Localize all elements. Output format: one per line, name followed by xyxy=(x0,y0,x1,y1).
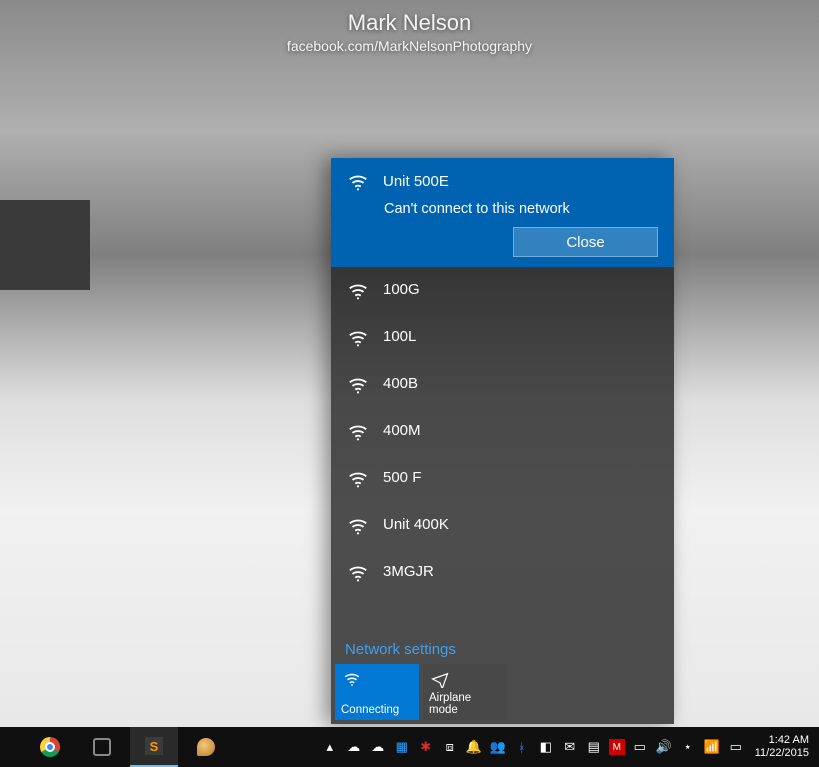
show-hidden-icons[interactable]: ▴ xyxy=(321,738,339,756)
gear-icon xyxy=(93,738,111,756)
wifi-tile[interactable]: Connecting xyxy=(335,664,419,720)
taskbar-app-chrome[interactable] xyxy=(26,727,74,767)
wallpaper-credit: Mark Nelson facebook.com/MarkNelsonPhoto… xyxy=(287,10,532,54)
wifi-icon xyxy=(347,327,369,349)
taskbar-clock[interactable]: 1:42 AM 11/22/2015 xyxy=(755,734,809,760)
network-ssid: 100L xyxy=(383,326,416,348)
airplane-tile-label: Airplane mode xyxy=(429,692,503,716)
close-button[interactable]: Close xyxy=(513,227,658,257)
network-ssid: Unit 400K xyxy=(383,514,449,536)
network-item[interactable]: 3MGJR xyxy=(331,549,674,596)
wallpaper-credit-subtitle: facebook.com/MarkNelsonPhotography xyxy=(287,38,532,54)
mcafee-icon[interactable]: M xyxy=(609,739,625,755)
wifi-icon xyxy=(343,670,361,691)
windows-update-icon[interactable]: ◧ xyxy=(537,738,555,756)
close-button-label: Close xyxy=(566,234,604,251)
network-error-message: Can't connect to this network xyxy=(384,201,658,217)
airplane-mode-tile[interactable]: Airplane mode xyxy=(423,664,507,720)
network-ssid: 3MGJR xyxy=(383,561,434,583)
volume-icon[interactable]: 🔊 xyxy=(655,738,673,756)
taskbar-app-sublime[interactable]: S xyxy=(130,727,178,767)
wifi-icon xyxy=(347,515,369,537)
taskbar-app-settings[interactable] xyxy=(78,727,126,767)
network-list: Unit 500E Can't connect to this network … xyxy=(331,158,674,631)
taskbar: S ▴ ☁ ☁ ▦ ✱ ⧈ 🔔 👥 ᚼ ◧ ✉ ▤ M ▭ 🔊 ⋆ 📶 ▭ 1:… xyxy=(0,727,819,767)
network-ssid: Unit 500E xyxy=(383,171,449,193)
clock-date: 11/22/2015 xyxy=(755,747,809,760)
wifi-tile-label: Connecting xyxy=(341,704,415,716)
network-item[interactable]: 100G xyxy=(331,267,674,314)
wifi-tray-icon[interactable]: 📶 xyxy=(703,738,721,756)
action-center-icon[interactable]: ▭ xyxy=(727,738,745,756)
taskbar-apps: S xyxy=(0,727,230,767)
network-item[interactable]: Unit 400K xyxy=(331,502,674,549)
network-item[interactable]: 100L xyxy=(331,314,674,361)
people-icon[interactable]: 👥 xyxy=(489,738,507,756)
wifi-icon xyxy=(347,421,369,443)
network-flyout: Unit 500E Can't connect to this network … xyxy=(331,158,674,724)
wifi-icon xyxy=(347,468,369,490)
network-ssid: 400B xyxy=(383,373,418,395)
wallpaper-scenery xyxy=(0,200,90,290)
wifi-icon xyxy=(347,280,369,302)
task-manager-icon[interactable]: ▤ xyxy=(585,738,603,756)
system-tray: ▴ ☁ ☁ ▦ ✱ ⧈ 🔔 👥 ᚼ ◧ ✉ ▤ M ▭ 🔊 ⋆ 📶 ▭ 1:42… xyxy=(321,734,819,760)
network-item[interactable]: 400B xyxy=(331,361,674,408)
paint-icon xyxy=(197,738,215,756)
network-item-selected[interactable]: Unit 500E Can't connect to this network … xyxy=(331,158,674,267)
chrome-icon xyxy=(40,737,60,757)
dropbox-icon[interactable]: ⧈ xyxy=(441,738,459,756)
wifi-icon xyxy=(347,374,369,396)
network-settings-label: Network settings xyxy=(345,641,456,658)
mail-icon[interactable]: ✉ xyxy=(561,738,579,756)
lastpass-icon[interactable]: ✱ xyxy=(417,738,435,756)
bluetooth-icon[interactable]: ᚼ xyxy=(513,738,531,756)
network-status-icon[interactable]: ⋆ xyxy=(679,738,697,756)
wallpaper-credit-name: Mark Nelson xyxy=(287,10,532,36)
network-settings-link[interactable]: Network settings xyxy=(331,631,674,664)
network-ssid: 400M xyxy=(383,420,421,442)
onedrive-icon[interactable]: ☁ xyxy=(345,738,363,756)
network-item[interactable]: 500 F xyxy=(331,455,674,502)
network-item[interactable]: 400M xyxy=(331,408,674,455)
notifications-bell-icon[interactable]: 🔔 xyxy=(465,738,483,756)
sublime-icon: S xyxy=(145,737,163,755)
clock-time: 1:42 AM xyxy=(755,734,809,747)
wifi-icon xyxy=(347,562,369,584)
onedrive-personal-icon[interactable]: ☁ xyxy=(369,738,387,756)
network-ssid: 100G xyxy=(383,279,420,301)
intel-graphics-icon[interactable]: ▦ xyxy=(393,738,411,756)
quick-action-tiles: Connecting Airplane mode xyxy=(331,664,674,724)
battery-icon[interactable]: ▭ xyxy=(631,738,649,756)
network-ssid: 500 F xyxy=(383,467,421,489)
taskbar-app-paint[interactable] xyxy=(182,727,230,767)
wifi-icon xyxy=(347,171,369,193)
airplane-icon xyxy=(431,670,449,691)
